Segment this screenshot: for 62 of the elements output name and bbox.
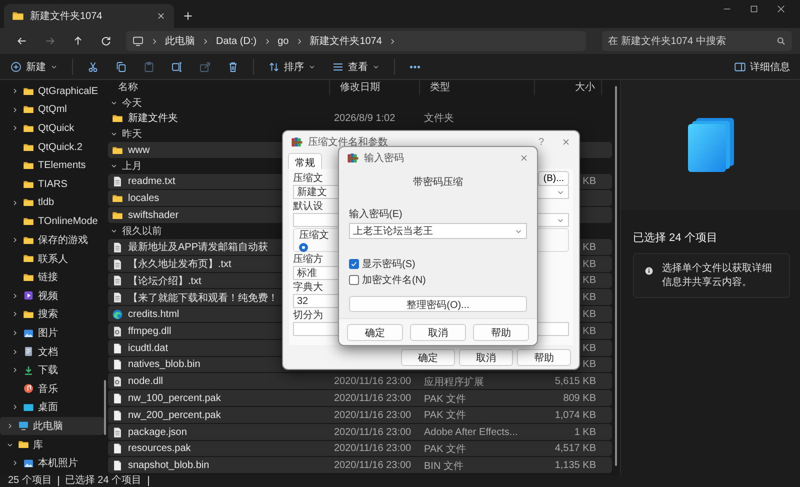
- type-cell: PAK 文件: [424, 394, 466, 405]
- file-name: credits.html: [128, 309, 180, 320]
- field-label: 压缩方: [293, 252, 323, 266]
- type-cell: PAK 文件: [424, 410, 466, 422]
- size-cell: 1,135 KB: [554, 460, 596, 472]
- type-cell: 应用程序扩展: [424, 376, 484, 388]
- date-cell: 2020/11/16 23:00: [334, 376, 412, 388]
- size-cell: KB: [582, 342, 596, 354]
- type-cell: Adobe After Effects...: [424, 426, 518, 438]
- file-name: ffmpeg.dll: [128, 326, 172, 337]
- file-name: resources.pak: [128, 443, 191, 454]
- date-cell: 2020/11/16 23:00: [334, 443, 412, 454]
- size-cell: KB: [582, 258, 596, 270]
- size-cell: KB: [582, 176, 596, 188]
- group-label: 压缩文: [299, 230, 329, 241]
- dialog-title: 压缩文件名和参数: [308, 136, 389, 149]
- size-cell: 4,517 KB: [554, 443, 596, 454]
- file-name: readme.txt: [128, 176, 176, 188]
- date-cell: 2020/11/16 23:00: [334, 460, 412, 472]
- file-name: 【来了就能下载和观看！纯免费！: [128, 292, 278, 305]
- date-cell: 2026/8/9 1:02: [334, 112, 396, 124]
- type-cell: 文件夹: [424, 113, 454, 124]
- field-label: 输入密码(E): [349, 208, 404, 221]
- field-label: 字典大: [293, 280, 323, 294]
- file-name: natives_blob.bin: [128, 359, 200, 370]
- file-name: icudtl.dat: [128, 342, 168, 354]
- file-name: node.dll: [128, 376, 164, 388]
- field-label: 默认设: [293, 200, 323, 213]
- size-cell: KB: [582, 242, 596, 253]
- file-name: 最新地址及APP请发邮箱自动获: [128, 240, 268, 254]
- dialog-title: 输入密码: [364, 152, 405, 165]
- size-cell: KB: [582, 309, 596, 320]
- size-cell: KB: [582, 326, 596, 337]
- size-cell: KB: [582, 292, 596, 304]
- file-name: package.json: [128, 426, 187, 438]
- file-name: swiftshader: [128, 210, 179, 222]
- date-cell: 2020/11/16 23:00: [334, 393, 412, 404]
- file-name: nw_100_percent.pak: [128, 393, 221, 404]
- size-cell: KB: [582, 359, 596, 370]
- size-cell: 1 KB: [574, 426, 596, 438]
- type-cell: PAK 文件: [424, 444, 466, 455]
- field-label: 压缩文: [293, 172, 323, 185]
- size-cell: 1,074 KB: [554, 410, 596, 421]
- size-cell: 809 KB: [563, 393, 596, 404]
- info-text: 选择单个文件以获取详细信息并共享云内容。: [662, 262, 773, 289]
- size-cell: 5,615 KB: [554, 376, 596, 388]
- date-cell: 2020/11/16 23:00: [334, 410, 412, 421]
- type-cell: BIN 文件: [424, 460, 464, 472]
- file-name: snapshot_blob.bin: [128, 460, 210, 472]
- status-text: 25 个项目: [8, 476, 59, 486]
- file-name: nw_200_percent.pak: [128, 410, 221, 421]
- file-name: 【永久地址发布页】.txt: [128, 258, 232, 272]
- field-label: 切分为: [293, 308, 323, 322]
- dialog-heading: 带密码压缩: [412, 176, 464, 189]
- file-name: www: [128, 144, 150, 156]
- file-name: locales: [128, 193, 160, 204]
- file-name: 【论坛介绍】.txt: [128, 274, 202, 288]
- status-text: 已选择 24 个项目: [64, 476, 149, 486]
- date-cell: 2020/11/16 23:00: [334, 426, 412, 438]
- size-cell: KB: [582, 275, 596, 286]
- selection-heading: 已选择 24 个项目: [633, 231, 718, 245]
- file-name: 新建文件夹: [128, 112, 178, 126]
